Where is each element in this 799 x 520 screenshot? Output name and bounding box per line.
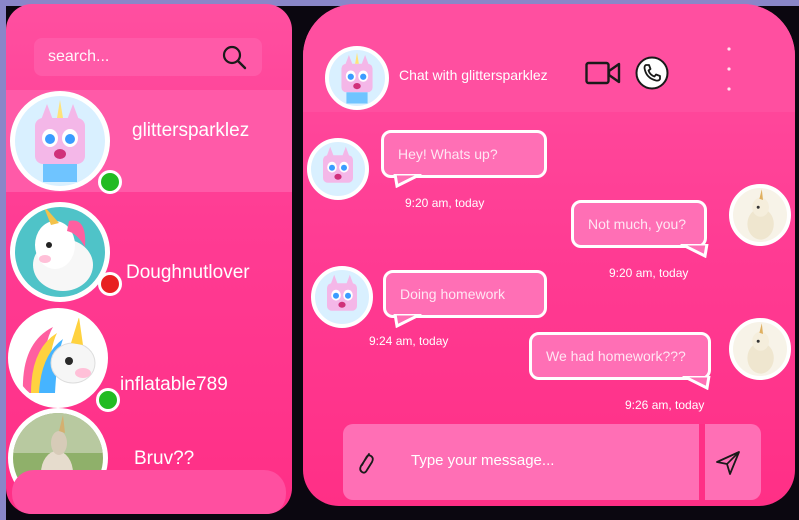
paperclip-icon[interactable]	[357, 450, 375, 476]
search-icon[interactable]	[220, 43, 248, 71]
contact-name: inflatable789	[120, 374, 228, 395]
online-status-dot	[98, 170, 122, 194]
send-icon[interactable]	[715, 450, 741, 476]
message-bubble-sent: Not much, you?	[571, 200, 707, 248]
sender-avatar	[729, 318, 791, 380]
message-text: Doing homework	[400, 286, 506, 302]
contacts-panel: search... glittersparklez Doughnutlover …	[6, 4, 292, 514]
bubble-tail	[393, 174, 422, 188]
chat-avatar	[325, 46, 389, 110]
message-composer: Type your message...	[343, 424, 761, 500]
avatar	[10, 202, 110, 302]
chat-panel: Chat with glittersparklez Hey! Whats up?…	[303, 4, 795, 506]
avatar	[8, 308, 108, 408]
avatar	[10, 91, 110, 191]
contact-item-inflatable789[interactable]: inflatable789	[6, 306, 292, 412]
message-bubble-sent: We had homework???	[529, 332, 711, 380]
chat-title: Chat with glittersparklez	[399, 67, 548, 83]
search-placeholder: search...	[48, 48, 110, 65]
bubble-tail	[682, 376, 711, 390]
message-bubble-received: Doing homework	[383, 270, 547, 318]
contact-item-doughnutlover[interactable]: Doughnutlover	[6, 200, 292, 302]
message-time: 9:20 am, today	[405, 196, 485, 210]
bubble-tail	[680, 244, 709, 258]
more-vertical-icon[interactable]	[725, 46, 733, 96]
contact-name: glittersparklez	[132, 120, 250, 141]
left-panel-footer	[12, 470, 286, 514]
busy-status-dot	[98, 272, 122, 296]
chat-header: Chat with glittersparklez	[303, 4, 795, 112]
phone-icon[interactable]	[635, 56, 669, 90]
contact-name: Bruv??	[134, 448, 195, 469]
message-text: Not much, you?	[588, 216, 687, 232]
contact-item-glittersparklez[interactable]: glittersparklez	[6, 90, 292, 194]
search-input[interactable]: search...	[34, 38, 262, 76]
bubble-tail	[393, 314, 422, 328]
message-time: 9:26 am, today	[625, 398, 705, 412]
sender-avatar	[307, 138, 369, 200]
message-time: 9:24 am, today	[369, 334, 449, 348]
sender-avatar	[729, 184, 791, 246]
message-time: 9:20 am, today	[609, 266, 689, 280]
message-input[interactable]: Type your message...	[411, 452, 554, 469]
sender-avatar	[311, 266, 373, 328]
message-bubble-received: Hey! Whats up?	[381, 130, 547, 178]
contact-name: Doughnutlover	[126, 262, 250, 283]
video-camera-icon[interactable]	[585, 60, 621, 86]
message-text: We had homework???	[546, 348, 686, 364]
message-text: Hey! Whats up?	[398, 146, 498, 162]
composer-divider	[699, 424, 705, 500]
